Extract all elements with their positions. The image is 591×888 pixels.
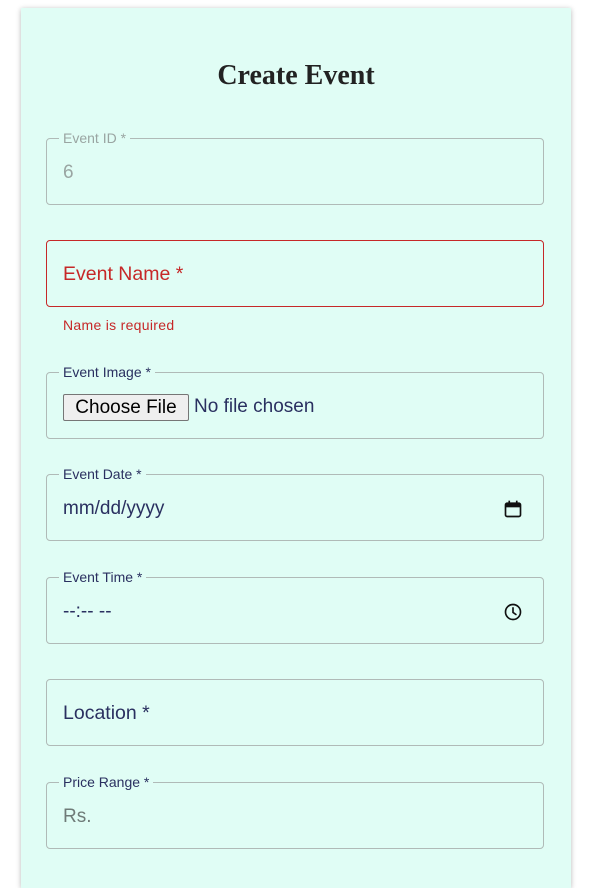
price-range-input[interactable]: Rs. <box>63 805 92 829</box>
event-image-field: Event Image * Choose File No file chosen <box>46 364 544 439</box>
event-time-field[interactable]: Event Time * --:-- -- <box>46 569 544 644</box>
file-status-text: No file chosen <box>194 396 315 417</box>
price-range-field[interactable]: Price Range * Rs. <box>46 774 544 849</box>
event-time-label: Event Time * <box>59 569 147 585</box>
event-time-value: --:-- -- <box>63 601 112 622</box>
page-title: Create Event <box>217 60 375 91</box>
event-image-label: Event Image * <box>59 364 155 380</box>
event-id-value: 6 <box>63 162 74 183</box>
location-field[interactable]: Location * <box>46 679 544 746</box>
location-label: Location * <box>63 702 150 724</box>
calendar-icon[interactable] <box>503 499 523 519</box>
event-date-label: Event Date * <box>59 466 146 482</box>
price-range-label: Price Range * <box>59 774 154 790</box>
event-id-label: Event ID * <box>59 130 131 146</box>
event-name-error-text: Name is required <box>63 317 175 333</box>
create-event-card: Create Event Event ID * 6 Event Name * N… <box>21 8 571 888</box>
event-id-field: Event ID * 6 <box>46 130 544 205</box>
event-name-label: Event Name * <box>63 263 184 285</box>
event-name-field[interactable]: Event Name * <box>46 240 544 307</box>
event-date-value: mm/dd/yyyy <box>63 498 165 519</box>
clock-icon[interactable] <box>503 602 523 622</box>
choose-file-button[interactable]: Choose File <box>63 394 189 421</box>
event-date-field[interactable]: Event Date * mm/dd/yyyy <box>46 466 544 541</box>
